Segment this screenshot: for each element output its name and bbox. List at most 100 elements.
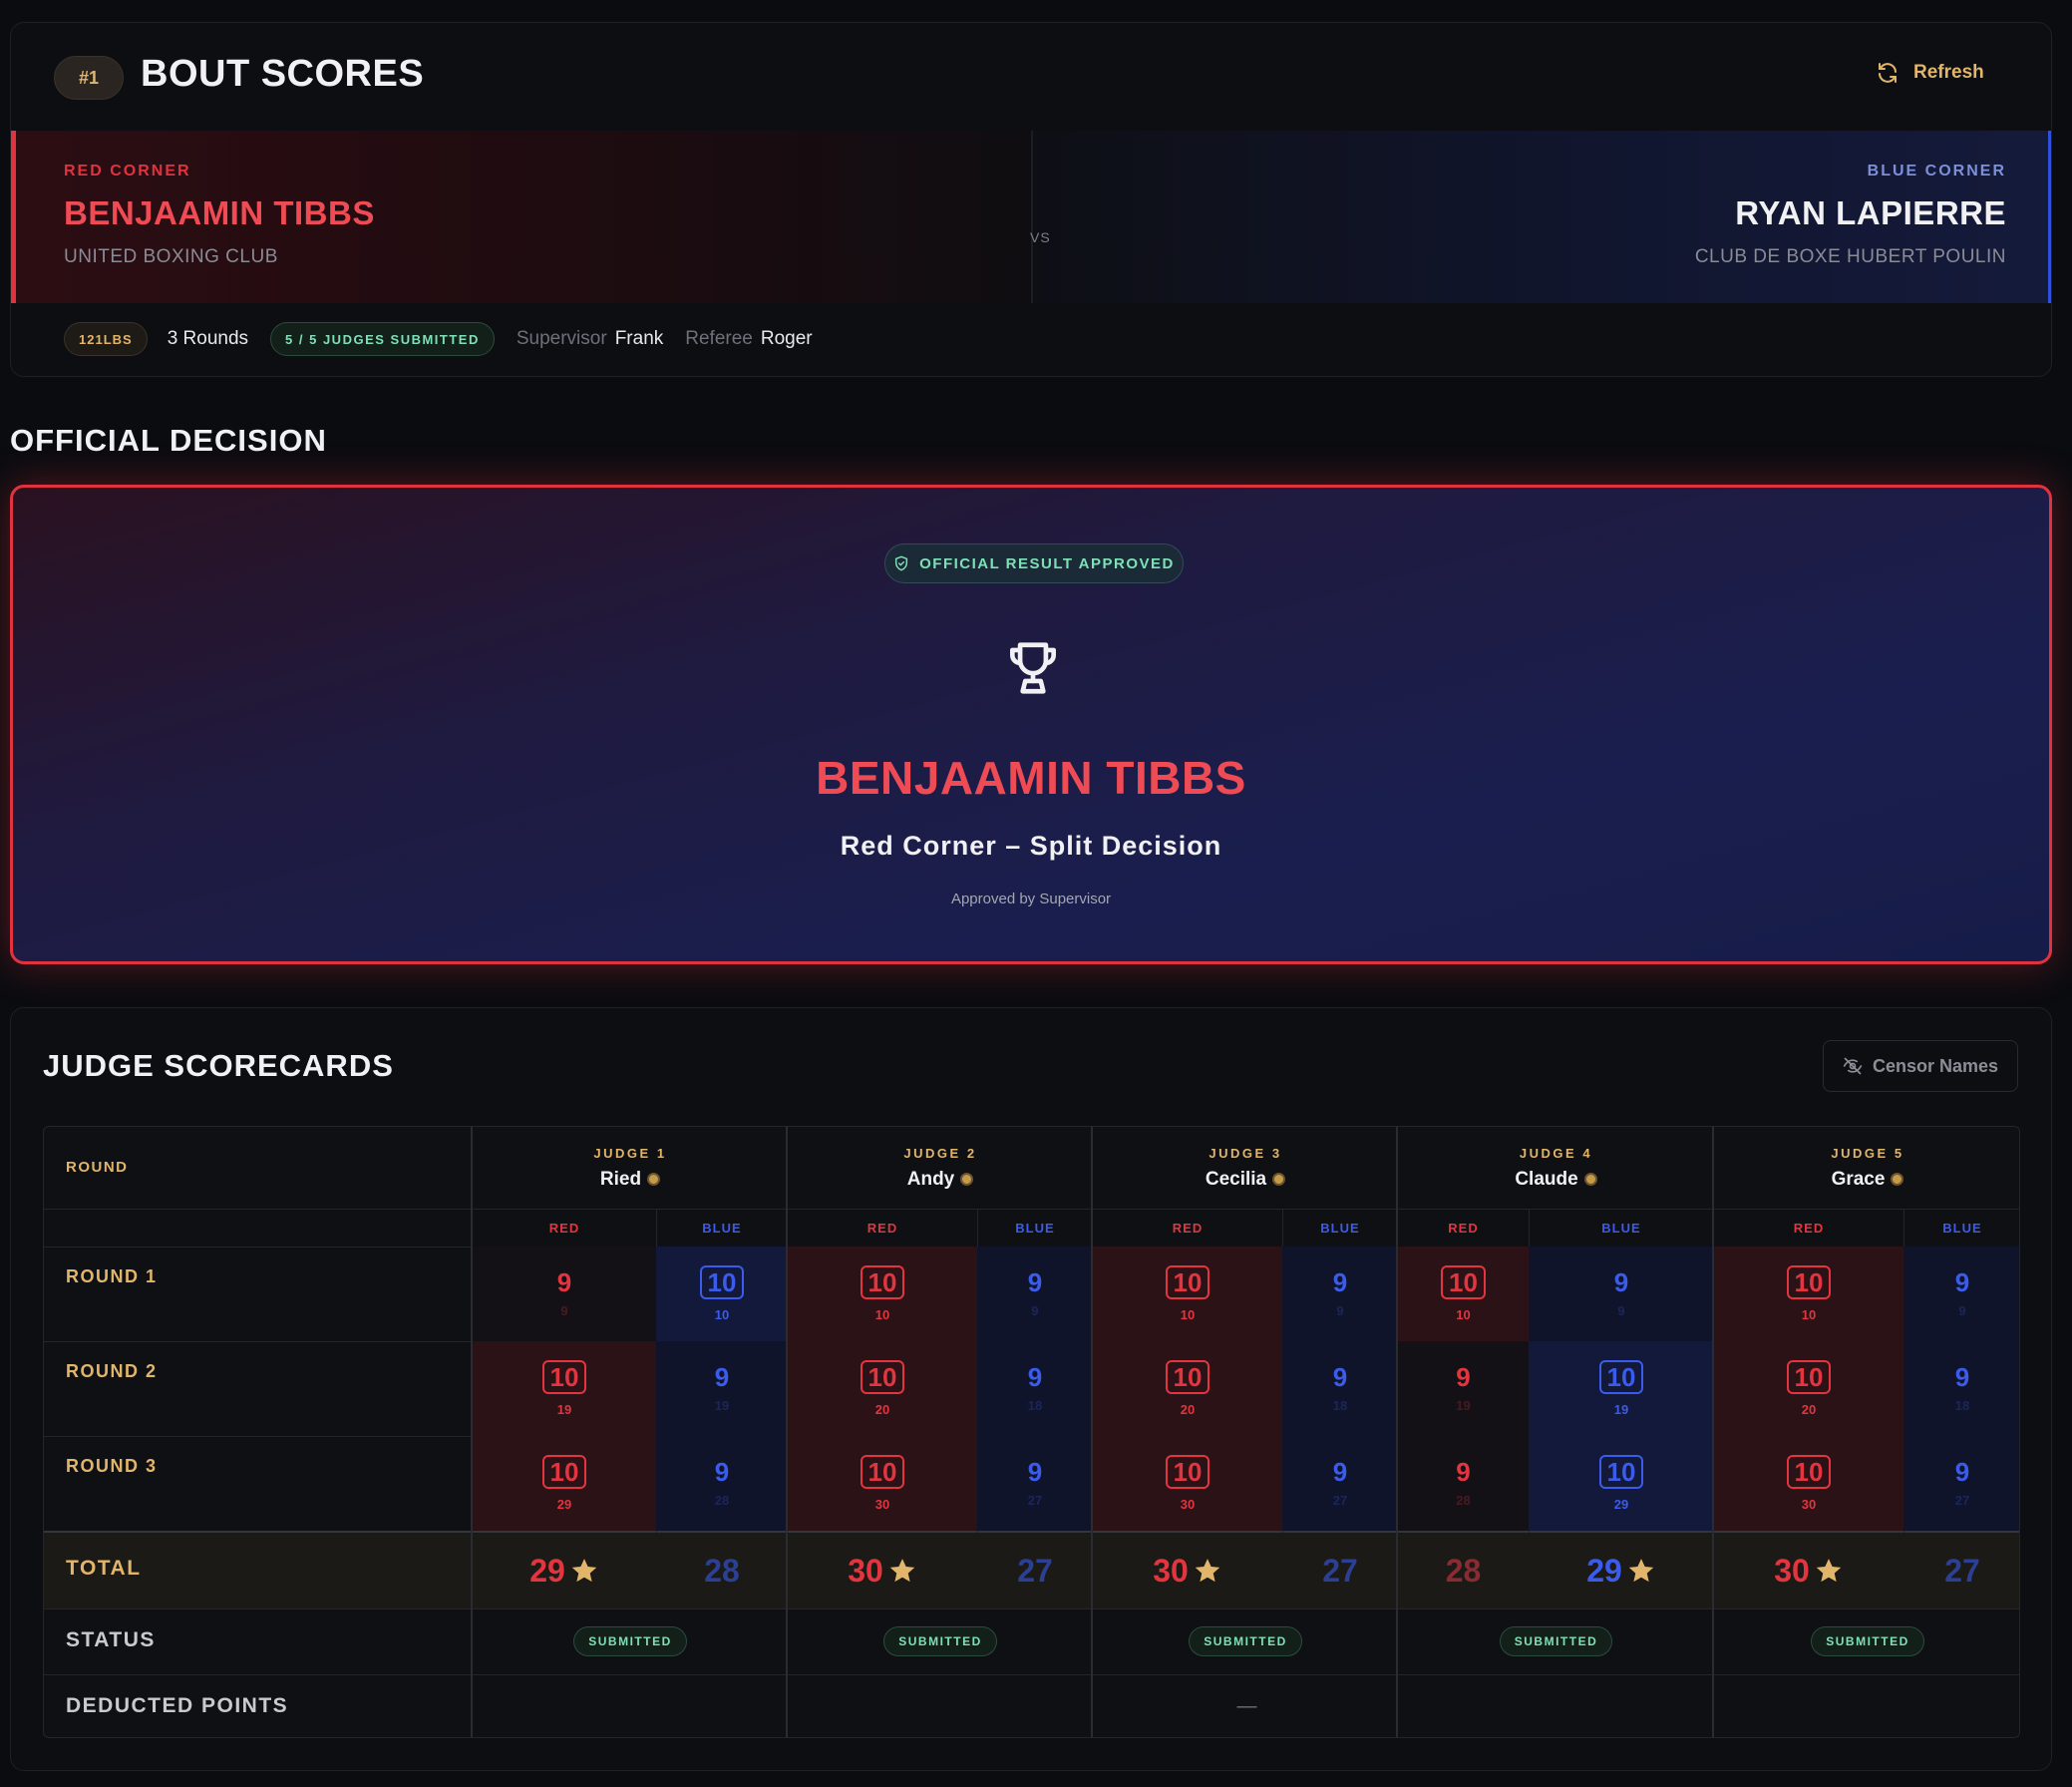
judge-status-dot <box>1583 1173 1597 1186</box>
red-corner-club: UNITED BOXING CLUB <box>64 246 278 267</box>
blue-column-label: BLUE <box>1942 1220 1982 1236</box>
red-round-score: 10 <box>860 1360 905 1394</box>
star-icon <box>1816 1559 1842 1583</box>
judge-status-dot <box>1891 1173 1904 1186</box>
judge-label: JUDGE 2 <box>903 1145 977 1161</box>
blue-cumulative-score: 27 <box>1954 1493 1970 1508</box>
shield-check-icon <box>895 555 908 571</box>
blue-round-score: 10 <box>699 1265 745 1299</box>
judge-status-dot <box>647 1173 661 1186</box>
blue-round-score: 9 <box>1027 1267 1043 1297</box>
corners-panel: RED CORNER BENJAAMIN TIBBS UNITED BOXING… <box>11 131 2051 303</box>
blue-round-score: 9 <box>714 1457 730 1487</box>
referee-label: Referee <box>685 328 753 349</box>
result-approved-badge: OFFICIAL RESULT APPROVED <box>884 543 1184 583</box>
red-cumulative-score: 29 <box>556 1497 572 1512</box>
red-round-score: 10 <box>1165 1455 1210 1489</box>
red-corner-label: RED CORNER <box>64 163 191 179</box>
red-round-score: 10 <box>860 1265 905 1299</box>
judge-label: JUDGE 4 <box>1519 1145 1593 1161</box>
approved-by: Approved by Supervisor <box>950 891 1112 907</box>
blue-cumulative-score: 27 <box>1027 1493 1043 1508</box>
judge-status-cell: SUBMITTED <box>788 1608 1093 1674</box>
star-icon <box>1628 1559 1654 1583</box>
official-decision-title: OFFICIAL DECISION <box>10 423 327 458</box>
refresh-icon <box>1879 63 1897 83</box>
red-total-cell: 29 <box>473 1533 656 1608</box>
deducted-label: DEDUCTED POINTS <box>66 1694 289 1717</box>
blue-score-cell: 9 27 <box>977 1436 1093 1531</box>
red-total-value: 30 <box>1774 1552 1810 1589</box>
referee-name: Roger <box>760 328 813 349</box>
refresh-button[interactable]: Refresh <box>1876 61 1984 85</box>
red-cumulative-score: 10 <box>1801 1307 1817 1322</box>
judge-name: Claude <box>1515 1169 1597 1191</box>
blue-round-score: 9 <box>714 1362 730 1392</box>
red-total-cell: 30 <box>1093 1533 1282 1608</box>
red-cumulative-score: 9 <box>560 1303 568 1318</box>
judge-name: Cecilia <box>1205 1168 1286 1191</box>
blue-round-score: 9 <box>1954 1362 1970 1392</box>
judge-scorecards-title: JUDGE SCORECARDS <box>43 1048 394 1083</box>
blue-total-cell: 27 <box>1282 1533 1398 1608</box>
blue-corner-panel: BLUE CORNER RYAN LAPIERRE CLUB DE BOXE H… <box>1033 131 2051 303</box>
blue-score-cell: 99 <box>1903 1247 2019 1341</box>
blue-total-value: 27 <box>1944 1552 1980 1589</box>
scorecards-table: ROUND ROUND 1 ROUND 2 ROUND 3 TOTAL STAT… <box>43 1126 2020 1738</box>
red-cumulative-score: 30 <box>1180 1497 1196 1512</box>
red-score-cell: 10 10 <box>1398 1247 1529 1341</box>
blue-score-cell: 9 18 <box>1282 1341 1398 1436</box>
blue-total-value: 27 <box>1322 1552 1358 1589</box>
red-round-score: 10 <box>1786 1265 1832 1299</box>
decision-type: Red Corner – Split Decision <box>840 831 1222 861</box>
blue-cumulative-score: 29 <box>1613 1497 1629 1512</box>
red-cumulative-score: 10 <box>1180 1307 1196 1322</box>
judge-status-cell: SUBMITTED <box>473 1608 788 1674</box>
submitted-badge: SUBMITTED <box>883 1626 997 1656</box>
deducted-row: DEDUCTED POINTS — <box>44 1674 2019 1737</box>
red-cumulative-score: 19 <box>556 1402 572 1417</box>
red-round-score: 10 <box>1165 1265 1210 1299</box>
red-corner-panel: RED CORNER BENJAAMIN TIBBS UNITED BOXING… <box>11 131 1031 303</box>
blue-cumulative-score: 19 <box>714 1398 730 1413</box>
judge-status-dot <box>960 1173 974 1186</box>
blue-cumulative-score: 28 <box>714 1493 730 1508</box>
red-score-cell: 10 20 <box>1714 1341 1903 1436</box>
star-icon <box>1195 1559 1220 1583</box>
judge-status-cell: SUBMITTED <box>1398 1608 1714 1674</box>
red-total: 30 <box>848 1553 917 1590</box>
blue-cumulative-score: 9 <box>1336 1303 1344 1318</box>
red-score-cell: 10 30 <box>1093 1436 1282 1531</box>
blue-column-label: BLUE <box>702 1220 742 1236</box>
rounds-count: 3 Rounds <box>167 328 249 349</box>
blue-round-score: 10 <box>1598 1455 1644 1489</box>
blue-round-score: 9 <box>1027 1362 1043 1392</box>
round-label: ROUND 2 <box>66 1361 158 1381</box>
blue-round-score: 9 <box>1954 1267 1970 1297</box>
judge-label: JUDGE 5 <box>1831 1145 1904 1161</box>
red-score-cell: 10 29 <box>473 1436 656 1531</box>
red-total-cell: 30 <box>1714 1533 1903 1608</box>
red-cumulative-score: 19 <box>1456 1398 1471 1413</box>
blue-total: 29 <box>1586 1553 1656 1590</box>
censor-names-button[interactable]: Censor Names <box>1823 1040 2018 1092</box>
bout-number-badge: #1 <box>54 56 124 100</box>
red-column-label: RED <box>1172 1220 1204 1236</box>
blue-total: 28 <box>704 1553 740 1590</box>
red-total: 30 <box>1153 1553 1222 1590</box>
red-total-cell: 28 <box>1398 1533 1529 1608</box>
judge-name-text: Andy <box>906 1168 955 1190</box>
red-round-score: 9 <box>1456 1362 1471 1392</box>
red-round-score: 10 <box>860 1455 905 1489</box>
blue-column-label: BLUE <box>1320 1220 1360 1236</box>
submitted-badge: SUBMITTED <box>1811 1626 1924 1656</box>
blue-cumulative-score: 19 <box>1613 1402 1629 1417</box>
judge-name-text: Cecilia <box>1205 1168 1267 1190</box>
red-round-score: 9 <box>1456 1457 1471 1487</box>
blue-total-cell: 27 <box>1903 1533 2019 1608</box>
red-cumulative-score: 20 <box>1801 1402 1817 1417</box>
red-score-cell: 10 30 <box>788 1436 977 1531</box>
vs-label: VS <box>1030 229 1051 245</box>
result-approved-label: OFFICIAL RESULT APPROVED <box>919 554 1175 572</box>
blue-cumulative-score: 27 <box>1332 1493 1348 1508</box>
